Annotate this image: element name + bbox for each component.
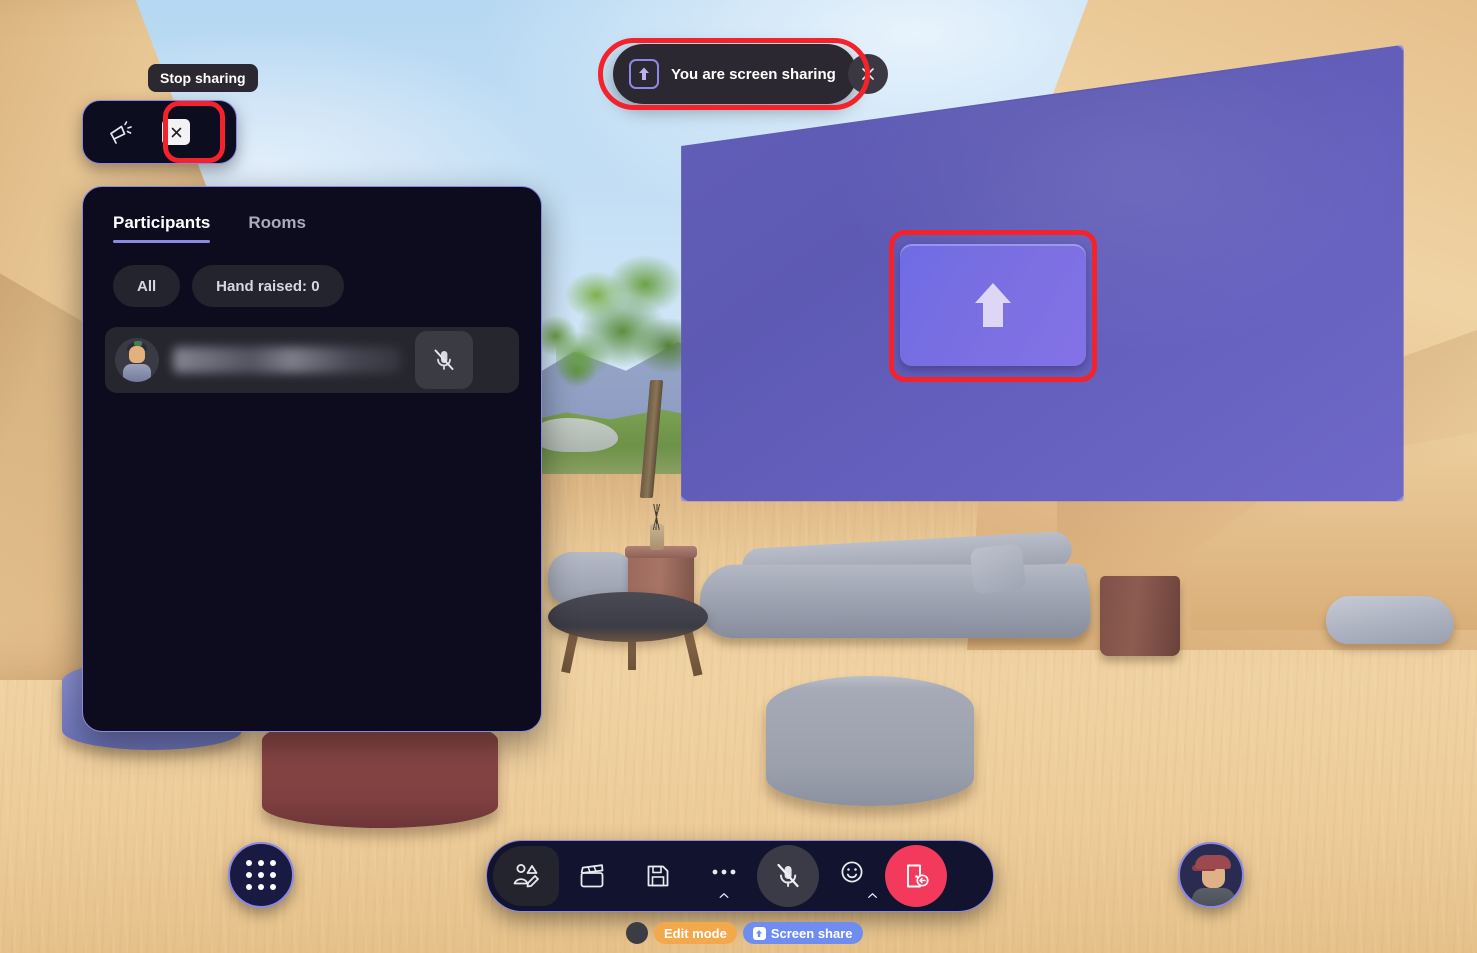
filter-hand-raised[interactable]: Hand raised: 0 xyxy=(192,265,344,307)
participant-list-item[interactable] xyxy=(105,327,519,393)
apps-grid-button[interactable] xyxy=(228,842,294,908)
self-avatar-body xyxy=(1192,888,1235,906)
stop-sharing-button[interactable] xyxy=(153,110,199,154)
filter-all[interactable]: All xyxy=(113,265,181,307)
screen-sharing-toast: You are screen sharing xyxy=(613,44,888,104)
avatar-editor-button[interactable] xyxy=(493,846,559,906)
edit-mode-pill[interactable]: Edit mode xyxy=(654,922,737,944)
microphone-muted-icon xyxy=(434,349,454,370)
microphone-muted-icon xyxy=(777,863,799,888)
smiley-icon xyxy=(841,861,863,883)
curved-couch xyxy=(698,530,1092,642)
couch-pillow xyxy=(969,543,1027,595)
participant-mic-toggle[interactable] xyxy=(415,331,473,389)
participant-filter-row: All Hand raised: 0 xyxy=(83,243,541,307)
screen-share-upload-arrow-icon xyxy=(975,283,1011,327)
screen-share-upload-icon xyxy=(629,59,659,89)
screen-share-mini-toolbar xyxy=(82,100,237,164)
avatar-head xyxy=(129,346,145,363)
round-pouf-grey xyxy=(766,676,974,806)
self-avatar-cap xyxy=(1195,855,1231,869)
screen-share-tile[interactable] xyxy=(900,244,1086,366)
reactions-button[interactable] xyxy=(819,846,885,906)
media-clip-button[interactable] xyxy=(559,846,625,906)
leave-meeting-button[interactable] xyxy=(885,845,947,907)
status-indicator-dot xyxy=(626,922,648,944)
clapperboard-icon xyxy=(580,864,604,888)
close-icon xyxy=(861,68,874,80)
toast-close-button[interactable] xyxy=(847,54,888,94)
stop-sharing-tooltip: Stop sharing xyxy=(148,64,258,92)
screen-share-pill[interactable]: Screen share xyxy=(742,922,863,944)
share-upload-icon xyxy=(752,926,766,940)
couch-seat xyxy=(698,564,1092,639)
app-grid-icon xyxy=(246,860,276,890)
main-toolbar xyxy=(486,840,994,912)
decor-stone xyxy=(1326,596,1454,644)
avatar-edit-icon xyxy=(513,864,539,888)
panel-tab-bar: Participants Rooms xyxy=(83,187,541,243)
ellipsis-icon xyxy=(712,869,736,875)
save-button[interactable] xyxy=(625,846,691,906)
more-options-button[interactable] xyxy=(691,846,757,906)
announce-button[interactable] xyxy=(97,110,143,154)
microphone-button[interactable] xyxy=(757,845,819,907)
leave-door-icon xyxy=(907,864,929,888)
avatar-body xyxy=(123,364,151,382)
participant-avatar xyxy=(115,338,159,382)
edit-mode-label: Edit mode xyxy=(664,925,727,941)
chevron-up-icon xyxy=(719,893,729,898)
coffee-table xyxy=(548,592,708,642)
floppy-save-icon xyxy=(647,865,669,887)
participant-name-redacted xyxy=(173,347,401,373)
participants-panel: Participants Rooms All Hand raised: 0 xyxy=(82,186,542,732)
megaphone-icon xyxy=(110,121,132,144)
stop-sharing-square xyxy=(162,119,190,145)
round-pouf-red xyxy=(262,716,498,828)
chevron-up-icon xyxy=(868,893,877,898)
wooden-block xyxy=(1100,576,1180,656)
toast-label: You are screen sharing xyxy=(671,65,836,83)
self-avatar-button[interactable] xyxy=(1178,842,1244,908)
tab-participants[interactable]: Participants xyxy=(113,213,211,243)
tree-large xyxy=(556,252,700,432)
tab-rooms[interactable]: Rooms xyxy=(248,213,306,243)
close-icon xyxy=(171,127,181,137)
screen-share-label: Screen share xyxy=(770,925,853,941)
decor-sticks xyxy=(646,504,668,530)
status-bar: Edit mode Screen share xyxy=(626,922,863,944)
